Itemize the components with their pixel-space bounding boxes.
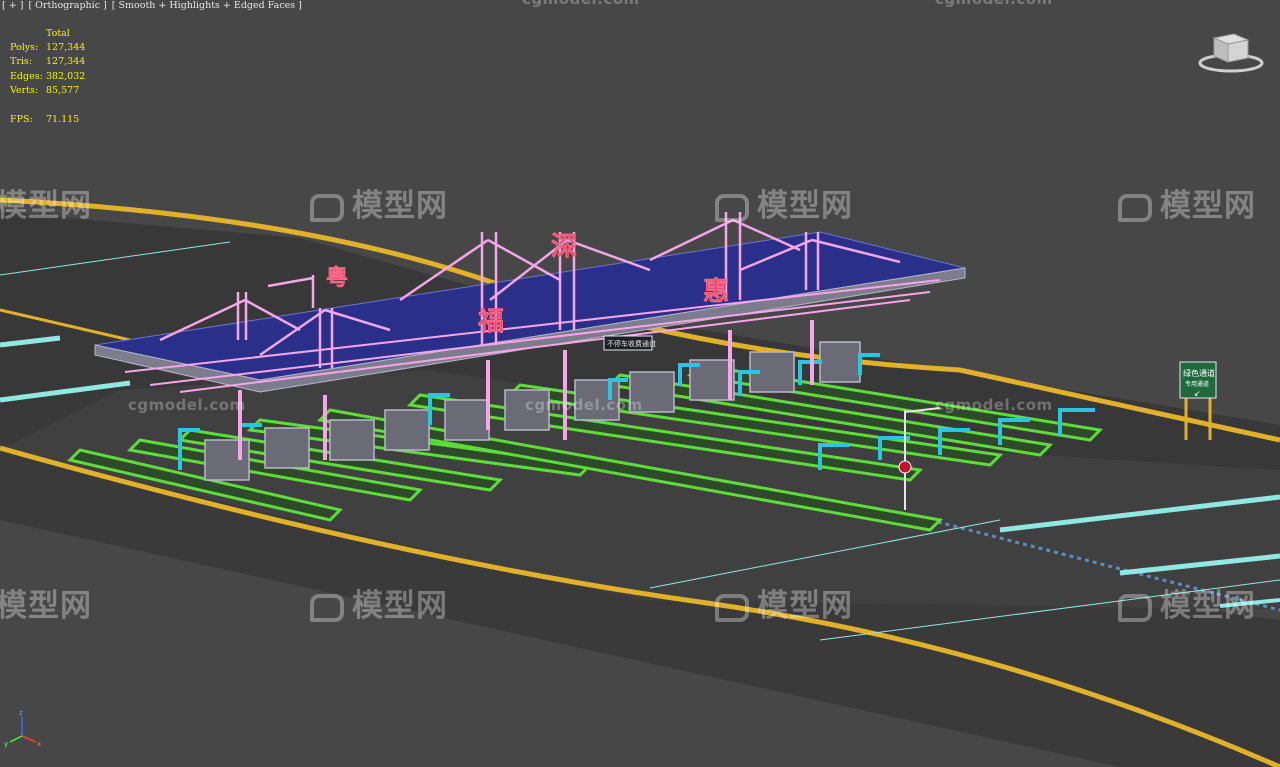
stop-sign-icon [898,460,912,474]
watermark-brand: 模型网 [0,188,92,224]
watermark-logo-icon [310,593,344,622]
stats-polys-value: 127,344 [46,42,86,53]
stats-polys-label: Polys: [10,42,39,53]
watermark-site: cgmodel.com [525,396,643,414]
svg-text:z: z [19,709,23,717]
svg-text:x: x [37,740,41,748]
watermark-brand: 模型网 [310,180,448,225]
viewport-label[interactable]: [ + ] [ Orthographic ] [ Smooth + Highli… [2,0,304,11]
stats-edges-value: 382,032 [46,71,86,82]
watermark-site: cgmodel.com [522,0,640,8]
sign-arrow-icon: ↙ [1194,389,1201,398]
axis-tripod-icon: z x y [4,709,41,748]
watermark-site: cgmodel.com [935,396,1053,414]
viewport-menu-shading[interactable]: [ Smooth + Highlights + Edged Faces ] [112,0,302,11]
watermark-logo-icon [1118,193,1152,222]
stats-tris-label: Tris: [10,56,32,67]
stats-verts-value: 85,577 [46,85,80,96]
stats-fps-label: FPS: [10,114,33,125]
stats-verts-label: Verts: [10,85,39,96]
toll-station-scene[interactable]: 不停车收费通道 粤 福 深 惠 绿色通道 专用通道 ↙ [0,0,1280,767]
viewport-perspective[interactable]: 不停车收费通道 粤 福 深 惠 绿色通道 专用通道 ↙ 模型网 模型网 模型网 … [0,0,1280,767]
sign-text-main: 绿色通道 [1183,368,1215,378]
sign-text-sub: 专用通道 [1185,380,1209,388]
watermark-site: cgmodel.com [128,396,246,414]
canopy-char-2: 福 [477,307,504,337]
viewport-menu-plus[interactable]: [ + ] [2,0,23,11]
watermark-brand: 模型网 [1118,580,1256,625]
canopy-sign-text: 不停车收费通道 [607,339,656,348]
canopy-char-4: 惠 [703,277,729,307]
canopy-char-3: 深 [551,232,577,262]
watermark-site: cgmodel.com [935,0,1053,8]
watermark-logo-icon [310,193,344,222]
viewport-menu-view[interactable]: [ Orthographic ] [28,0,106,11]
watermark-brand: 模型网 [715,580,853,625]
canopy-char-1: 粤 [326,265,348,291]
watermark-brand: 模型网 [310,580,448,625]
watermark-brand: 模型网 [1118,180,1256,225]
svg-text:y: y [4,740,8,748]
watermark-brand: 模型网 [0,588,92,624]
watermark-logo-icon [715,593,749,622]
stats-header: Total [46,28,70,39]
stats-tris-value: 127,344 [46,56,86,67]
stats-edges-label: Edges: [10,71,43,82]
stats-fps-value: 71.115 [46,114,80,125]
watermark-brand: 模型网 [715,180,853,225]
viewcube-icon[interactable] [1198,30,1264,74]
watermark-logo-icon [1118,593,1152,622]
watermark-logo-icon [715,193,749,222]
